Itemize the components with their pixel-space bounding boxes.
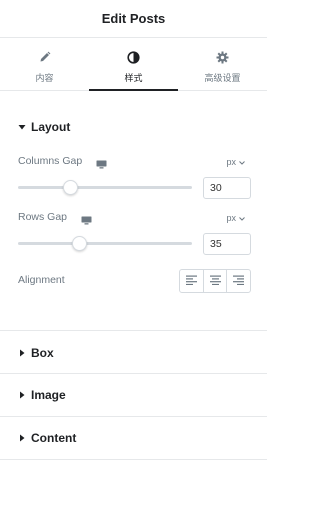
contrast-icon [127,50,141,64]
columns-gap-label: Columns Gap [18,155,83,167]
caret-right-icon [18,390,28,400]
rows-gap-input[interactable]: 35 [203,233,251,255]
section-content-title: Content [31,431,77,445]
rows-gap-unit: px [226,213,236,223]
chevron-down-icon [239,213,245,223]
section-divider [0,416,267,417]
section-box-title: Box [31,346,54,360]
align-center-button[interactable] [202,270,227,292]
tab-advanced[interactable]: 高级设置 [178,38,267,90]
section-layout-header[interactable]: Layout [0,118,267,136]
columns-gap-unit-select[interactable]: px [226,157,245,167]
tab-style[interactable]: 样式 [89,38,178,91]
alignment-label: Alignment [18,274,65,286]
columns-gap-value: 30 [210,182,222,194]
rows-gap-slider[interactable] [18,236,192,251]
slider-track [18,186,192,189]
caret-right-icon [18,348,28,358]
panel-header: Edit Posts [0,0,267,38]
page-title: Edit Posts [101,11,166,26]
rows-gap-value: 35 [210,238,222,250]
columns-gap-slider[interactable] [18,180,192,195]
desktop-icon[interactable] [96,156,107,169]
slider-handle[interactable] [63,180,79,195]
align-left-icon [185,272,197,290]
chevron-down-icon [239,157,245,167]
alignment-button-group [179,269,251,293]
slider-track [18,242,192,245]
section-divider [0,330,267,331]
tab-style-label: 样式 [124,73,143,83]
align-center-icon [209,272,221,290]
section-divider [0,459,267,460]
section-image-title: Image [31,388,66,402]
section-divider [0,373,267,374]
rows-gap-unit-select[interactable]: px [226,213,245,223]
desktop-icon[interactable] [81,212,92,225]
caret-down-icon [18,122,28,132]
section-image-header[interactable]: Image [0,386,267,404]
tab-advanced-label: 高级设置 [204,73,241,83]
tab-bar: 内容 样式 高级设置 [0,38,267,91]
tab-content-label: 内容 [35,73,54,83]
gear-icon [216,50,230,64]
pencil-icon [38,50,52,64]
section-box-header[interactable]: Box [0,344,267,362]
align-right-button[interactable] [226,270,250,292]
align-left-button[interactable] [180,270,203,292]
tab-content[interactable]: 内容 [0,38,89,90]
section-content-header[interactable]: Content [0,429,267,447]
section-layout-title: Layout [31,120,71,134]
slider-handle[interactable] [71,236,87,251]
align-right-icon [233,272,245,290]
caret-right-icon [18,433,28,443]
columns-gap-input[interactable]: 30 [203,177,251,199]
columns-gap-unit: px [226,157,236,167]
rows-gap-label: Rows Gap [18,211,68,223]
